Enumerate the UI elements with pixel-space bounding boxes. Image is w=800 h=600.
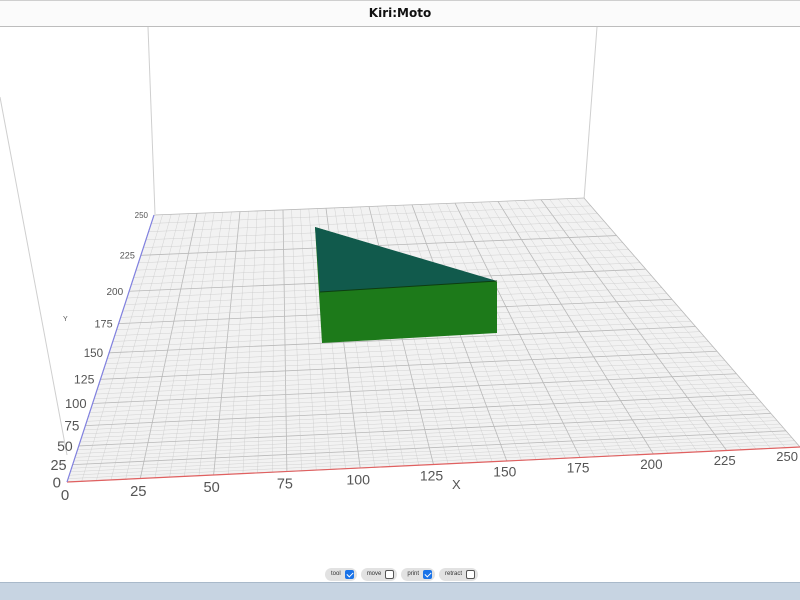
x-tick-label: 50: [203, 480, 219, 496]
x-tick-label: 125: [420, 468, 444, 484]
y-tick-label: 0: [53, 474, 61, 491]
toggle-retract-checkbox[interactable]: [466, 569, 476, 579]
x-tick-label: 175: [567, 461, 590, 476]
x-axis-label: X: [452, 477, 461, 492]
y-tick-label: 75: [64, 418, 79, 433]
toggle-tool[interactable]: tool: [325, 567, 357, 581]
x-tick-label: 25: [130, 484, 146, 500]
x-tick-label: 0: [61, 487, 69, 504]
print-bed: [67, 198, 800, 482]
title-bar: Kiri:Moto: [0, 0, 800, 27]
toggle-move-label: move: [366, 571, 382, 577]
view-toggles: tool move print retract: [325, 567, 479, 581]
y-tick-label: 200: [106, 287, 123, 298]
x-tick-label: 100: [346, 472, 370, 488]
toggle-tool-label: tool: [331, 571, 341, 577]
frame-edge-front-left: [0, 96, 68, 456]
y-axis-label: Y: [63, 316, 68, 323]
frame-edge-back-left: [147, 27, 156, 215]
scene-canvas[interactable]: 0 25 50 75 100 125 150 175 200 225 250 02550751001…: [0, 27, 800, 582]
app-title: Kiri:Moto: [368, 6, 432, 20]
y-tick-label: 150: [84, 347, 103, 360]
toggle-print[interactable]: print: [401, 567, 436, 581]
x-tick-label: 200: [640, 457, 662, 472]
y-tick-label: 225: [120, 250, 135, 260]
x-tick-label: 150: [493, 465, 516, 480]
y-tick-label: 175: [95, 318, 113, 330]
3d-viewport[interactable]: 0 25 50 75 100 125 150 175 200 225 250 0 25 50 75 100 1…: [0, 27, 800, 582]
toggle-retract-label: retract: [445, 571, 463, 577]
y-tick-label: 125: [74, 373, 95, 387]
frame-edge-back-right: [583, 27, 598, 201]
y-tick-label: 100: [65, 396, 87, 411]
toggle-print-label: print: [407, 571, 420, 577]
toggle-print-checkbox[interactable]: [423, 569, 433, 579]
toggle-tool-checkbox[interactable]: [344, 569, 354, 579]
x-tick-label: 225: [714, 453, 736, 468]
x-tick-label: 75: [277, 476, 293, 492]
toggle-move-checkbox[interactable]: [385, 569, 395, 579]
y-tick-label: 50: [57, 438, 73, 454]
bottom-status-bar: [0, 582, 800, 600]
y-tick-label: 250: [135, 211, 149, 220]
x-tick-label: 250: [776, 449, 798, 464]
toggle-retract[interactable]: retract: [439, 567, 479, 581]
toggle-move[interactable]: move: [360, 567, 398, 581]
y-tick-label: 25: [50, 458, 66, 474]
